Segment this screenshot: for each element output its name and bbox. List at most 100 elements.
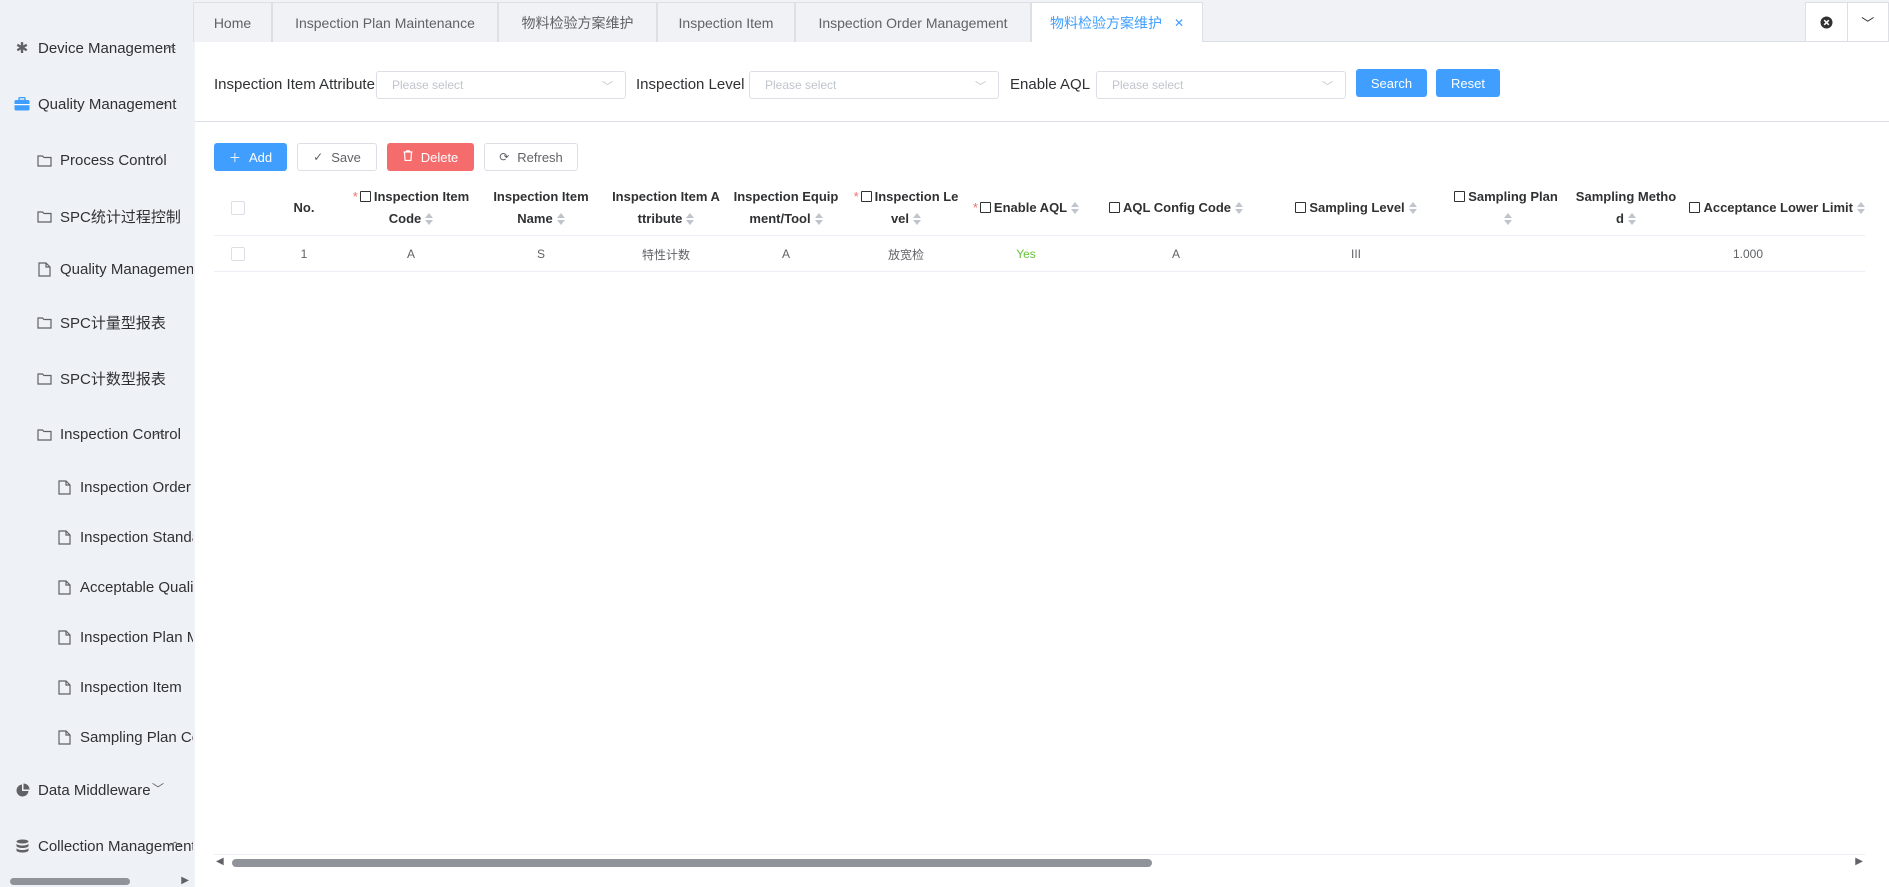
cell-sampling-method[interactable] [1566, 236, 1686, 272]
sort-icon[interactable] [556, 213, 565, 225]
tab-material-inspection-plan-active[interactable]: 物料检验方案维护 ✕ [1031, 2, 1203, 43]
header-inspection-item-name[interactable]: Inspection Item Name [476, 180, 606, 236]
sidebar-item-inspection-standard[interactable]: Inspection Standard [56, 509, 193, 565]
sidebar-item-quality-management[interactable]: Quality Management ︿ [14, 76, 176, 132]
sidebar-item-spc-attribute[interactable]: SPC计数型报表 ✓ [36, 350, 166, 406]
tab-label: Inspection Order Management [818, 14, 1008, 31]
tab-menu-button[interactable]: ﹀ [1846, 3, 1889, 41]
level-filter-label: Inspection Level [636, 76, 745, 93]
tab-inspection-plan-maintenance[interactable]: Inspection Plan Maintenance [272, 2, 498, 42]
level-select[interactable]: Please select ﹀ [749, 71, 999, 99]
scroll-right-icon[interactable]: ▶ [1855, 856, 1863, 867]
header-select-all[interactable] [214, 180, 262, 236]
cell-level[interactable]: 放宽检 [846, 236, 966, 272]
table-scrollbar[interactable]: ◀ ▶ [214, 854, 1865, 868]
cell-equipment[interactable]: A [726, 236, 846, 272]
tab-label: 物料检验方案维护 [521, 14, 634, 31]
chevron-down-icon: ﹀ [1861, 15, 1875, 31]
sidebar-item-spc-variable[interactable]: SPC计量型报表 ✓ [36, 294, 166, 350]
header-label: Enable AQL [993, 200, 1068, 215]
tab-home[interactable]: Home [193, 2, 272, 42]
sidebar-scroll-thumb[interactable] [10, 878, 130, 885]
cell-lower-limit[interactable]: 1.000 [1686, 236, 1810, 272]
refresh-button-label: Refresh [517, 149, 563, 165]
edit-icon [1689, 202, 1701, 213]
close-all-tabs-button[interactable] [1806, 3, 1847, 41]
header-inspection-item-code[interactable]: * Inspection Item Code [346, 180, 476, 236]
table-scroll-thumb[interactable] [232, 859, 1152, 867]
save-button[interactable]: ✓ Save [297, 143, 377, 171]
tab-inspection-item[interactable]: Inspection Item [657, 2, 795, 42]
sidebar-item-acceptable-quality[interactable]: Acceptable Quality [56, 559, 193, 615]
sort-icon[interactable] [686, 213, 695, 225]
row-select[interactable] [214, 236, 262, 272]
refresh-button[interactable]: ⟳ Refresh [484, 143, 578, 171]
sidebar-item-inspection-item[interactable]: Inspection Item [56, 659, 182, 715]
aql-select[interactable]: Please select ﹀ [1096, 71, 1346, 99]
add-button[interactable]: ＋ Add [214, 143, 287, 171]
file-icon [56, 729, 72, 745]
header-inspection-equipment[interactable]: Inspection Equip ment/Tool [726, 180, 846, 236]
cell-aql-code[interactable]: A [1086, 236, 1266, 272]
sidebar-item-process-control[interactable]: Process Control ✓ [36, 132, 167, 188]
reset-button[interactable]: Reset [1436, 69, 1500, 97]
cell-sampling-plan[interactable] [1446, 236, 1566, 272]
sidebar-item-data-middleware[interactable]: Data Middleware ﹀ [14, 762, 164, 818]
header-label: AQL Config Code [1122, 200, 1232, 215]
scroll-left-icon[interactable]: ◀ [216, 856, 224, 867]
cell-name[interactable]: S [476, 236, 606, 272]
attribute-select[interactable]: Please select ﹀ [376, 71, 626, 99]
sidebar-item-inspection-order[interactable]: Inspection Order M [56, 459, 193, 515]
sidebar-scrollbar[interactable]: ▶ [0, 875, 193, 887]
tab-inspection-order-management[interactable]: Inspection Order Management [795, 2, 1031, 42]
plus-icon: ＋ [228, 150, 241, 165]
cell-sampling-level[interactable]: III [1266, 236, 1446, 272]
sort-icon[interactable] [1408, 202, 1417, 214]
aql-filter-label: Enable AQL [1010, 76, 1091, 93]
sidebar-item-label: Inspection Plan Ma [80, 628, 193, 646]
cell-code[interactable]: A [346, 236, 476, 272]
edit-icon [1454, 191, 1466, 202]
sort-icon[interactable] [425, 213, 434, 225]
sort-icon[interactable] [1857, 202, 1865, 214]
sidebar-item-sampling-plan[interactable]: Sampling Plan Con [56, 709, 193, 765]
select-all-checkbox[interactable] [231, 201, 245, 215]
delete-button[interactable]: Delete [387, 143, 474, 171]
check-icon: ✓ [153, 370, 164, 384]
header-sampling-plan[interactable]: Sampling Plan [1446, 180, 1566, 236]
header-sampling-method[interactable]: Sampling Metho d [1566, 180, 1686, 236]
sidebar-item-spc-process[interactable]: SPC统计过程控制 [36, 188, 181, 244]
sort-icon[interactable] [1627, 213, 1636, 225]
cell-enable-aql[interactable]: Yes [966, 236, 1086, 272]
header-label: ttribute [637, 211, 683, 226]
row-checkbox[interactable] [231, 247, 245, 261]
sort-icon[interactable] [814, 213, 823, 225]
close-icon[interactable]: ✕ [1174, 16, 1184, 30]
cell-attribute[interactable]: 特性计数 [606, 236, 726, 272]
sidebar-item-device-management[interactable]: ✱ Device Management ︿ [14, 20, 176, 76]
header-enable-aql[interactable]: * Enable AQL [966, 180, 1086, 236]
sort-icon[interactable] [1071, 202, 1080, 214]
header-acceptance-lower-limit[interactable]: Acceptance Lower Limit [1686, 180, 1865, 236]
scroll-right-icon[interactable]: ▶ [181, 875, 189, 886]
file-icon [56, 679, 72, 695]
table-row[interactable]: 1 A S 特性计数 A 放宽检 Yes A III 1.000 [214, 236, 1865, 272]
header-label: Inspection Le [874, 189, 959, 204]
header-inspection-level[interactable]: * Inspection Le vel [846, 180, 966, 236]
sort-icon[interactable] [1503, 213, 1512, 225]
tab-material-inspection-plan[interactable]: 物料检验方案维护 [498, 2, 657, 42]
header-sampling-level[interactable]: Sampling Level [1266, 180, 1446, 236]
search-button[interactable]: Search [1356, 69, 1427, 97]
sidebar-item-collection-management[interactable]: Collection Management ︿ [14, 818, 193, 874]
edit-icon [1295, 202, 1307, 213]
sidebar-item-inspection-control[interactable]: Inspection Control ︿ [36, 406, 181, 462]
pie-chart-icon [14, 782, 30, 798]
sort-icon[interactable] [913, 213, 922, 225]
aql-select-placeholder: Please select [1112, 78, 1184, 92]
header-inspection-item-attribute[interactable]: Inspection Item A ttribute [606, 180, 726, 236]
sidebar-item-label: Acceptable Quality [80, 578, 193, 596]
sidebar-item-quality-report[interactable]: Quality Management R [36, 241, 193, 297]
header-aql-config-code[interactable]: AQL Config Code [1086, 180, 1266, 236]
sort-icon[interactable] [1235, 202, 1244, 214]
sidebar-item-inspection-plan[interactable]: Inspection Plan Ma [56, 609, 193, 665]
